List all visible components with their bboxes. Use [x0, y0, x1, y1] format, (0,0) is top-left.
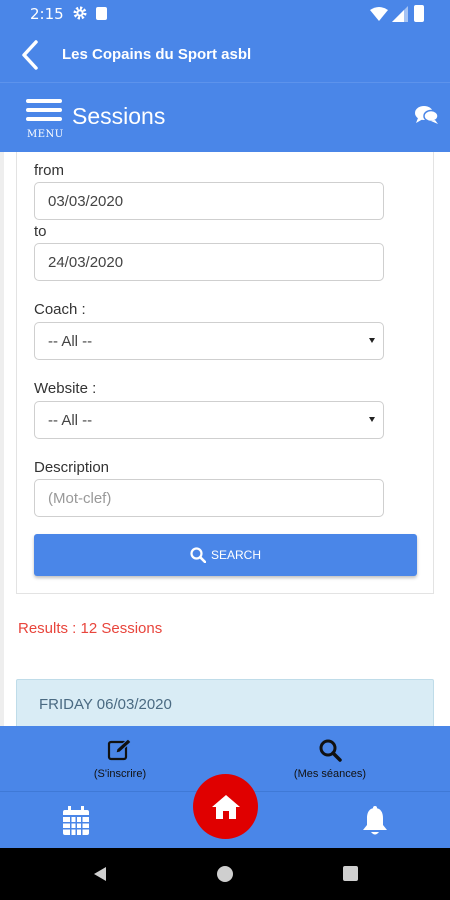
my-sessions-nav-label: (Mes séances)	[293, 768, 367, 780]
dropdown-arrow-icon	[369, 417, 375, 422]
calendar-icon	[63, 806, 89, 835]
to-date-field[interactable]: 24/03/2020	[34, 243, 384, 281]
signal-icon	[392, 6, 408, 27]
coach-select-value: -- All --	[48, 332, 93, 350]
register-nav-item[interactable]: (S'inscrire)	[70, 738, 170, 780]
chat-icon[interactable]	[415, 105, 439, 130]
description-placeholder: (Mot-clef)	[48, 489, 112, 507]
sim-card-icon	[96, 7, 107, 20]
day-panel[interactable]: FRIDAY 06/03/2020	[16, 679, 434, 729]
calendar-button[interactable]	[62, 806, 90, 841]
app-bar: Les Copains du Sport asbl	[0, 28, 450, 82]
home-icon	[211, 794, 240, 819]
app-title: Les Copains du Sport asbl	[62, 46, 252, 63]
my-sessions-nav-item[interactable]: (Mes séances)	[280, 738, 380, 780]
dropdown-arrow-icon	[369, 338, 375, 343]
search-icon	[319, 739, 342, 762]
description-input[interactable]: (Mot-clef)	[34, 479, 384, 517]
results-count: Results : 12 Sessions	[18, 620, 163, 637]
section-header: MENU Sessions	[0, 82, 450, 152]
system-recents-icon[interactable]	[343, 866, 358, 881]
bottom-nav: (S'inscrire) (Mes séances)	[0, 726, 450, 848]
from-date-value: 03/03/2020	[48, 192, 124, 210]
day-panel-title: FRIDAY 06/03/2020	[39, 696, 172, 713]
system-home-icon[interactable]	[217, 866, 233, 882]
home-button[interactable]	[193, 774, 258, 839]
menu-button[interactable]: MENU	[24, 99, 64, 141]
coach-select[interactable]: -- All --	[34, 322, 384, 360]
scroll-edge	[0, 152, 4, 726]
status-bar: 2:15	[0, 0, 450, 28]
website-select-value: -- All --	[48, 411, 93, 429]
back-arrow-icon[interactable]	[16, 38, 46, 72]
register-nav-label: (S'inscrire)	[93, 768, 147, 780]
menu-label: MENU	[27, 129, 64, 140]
hamburger-menu-icon	[26, 108, 62, 112]
wifi-icon	[370, 7, 388, 26]
edit-icon	[107, 738, 132, 761]
bell-icon	[363, 806, 387, 835]
notification-button[interactable]	[361, 806, 389, 841]
system-back-icon[interactable]	[92, 866, 108, 887]
search-button-label: SEARCH	[210, 548, 261, 562]
to-date-value: 24/03/2020	[48, 253, 124, 271]
description-label: Description	[34, 459, 110, 476]
from-date-field[interactable]: 03/03/2020	[34, 182, 384, 220]
hamburger-menu-icon	[26, 117, 62, 121]
settings-gear-icon	[72, 5, 88, 26]
coach-label: Coach :	[34, 301, 86, 318]
android-nav-bar	[0, 848, 450, 900]
page-title: Sessions	[72, 103, 166, 129]
website-label: Website :	[34, 380, 97, 397]
from-label: from	[34, 162, 64, 179]
website-select[interactable]: -- All --	[34, 401, 384, 439]
status-time: 2:15	[30, 5, 64, 23]
search-button[interactable]: SEARCH	[34, 534, 417, 576]
hamburger-menu-icon	[26, 99, 62, 103]
battery-icon	[414, 5, 424, 22]
search-icon	[190, 547, 206, 563]
to-label: to	[34, 223, 47, 240]
